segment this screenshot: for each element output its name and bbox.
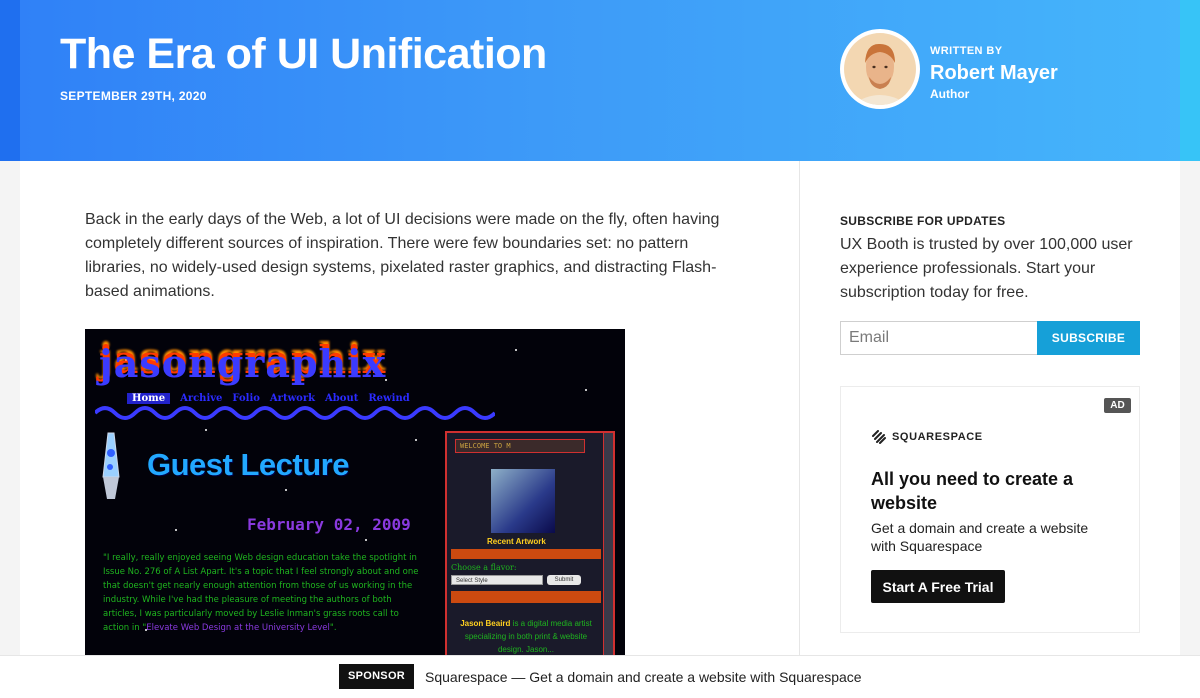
retro-heading: Guest Lecture (147, 447, 349, 482)
squarespace-logo-icon (872, 430, 886, 444)
retro-quote-end: ". (329, 623, 337, 633)
email-input[interactable] (840, 321, 1037, 355)
retro-style-select: Select Style (451, 575, 543, 585)
author-portrait-icon (844, 33, 916, 105)
publish-date: SEPTEMBER 29TH, 2020 (60, 89, 207, 103)
retro-flavor-label: Choose a flavor: (451, 563, 517, 572)
retro-panel-strip (603, 433, 613, 659)
header-edge-right (1180, 0, 1200, 161)
squarespace-logo-text: SQUARESPACE (892, 431, 983, 443)
sponsor-tag: SPONSOR (339, 664, 414, 689)
author-avatar[interactable] (840, 29, 920, 109)
header-edge-left (0, 0, 20, 161)
ad-headline: All you need to create a website (871, 469, 1074, 513)
retro-bio-name: Jason Beaird (460, 619, 511, 628)
star-decoration (365, 539, 367, 541)
author-name[interactable]: Robert Mayer (930, 62, 1058, 85)
wave-decoration-icon (95, 406, 495, 420)
star-decoration (415, 439, 417, 441)
subscribe-button[interactable]: SUBSCRIBE (1037, 321, 1140, 355)
author-role: Author (930, 87, 970, 101)
retro-quote: "I really, really enjoyed seeing Web des… (103, 551, 423, 635)
subscribe-heading: SUBSCRIBE FOR UPDATES (840, 214, 1006, 228)
column-divider (799, 161, 800, 661)
retro-artwork-thumb (491, 469, 555, 533)
page-title: The Era of UI Unification (60, 30, 547, 78)
retro-bar (451, 591, 601, 603)
star-decoration (205, 429, 207, 431)
article-intro: Back in the early days of the Web, a lot… (85, 211, 720, 300)
subscribe-description: UX Booth is trusted by over 100,000 user… (840, 236, 1133, 301)
lava-lamp-icon (102, 432, 120, 499)
ad-badge: AD (1104, 398, 1131, 413)
ad-description: Get a domain and create a website with S… (871, 520, 1089, 554)
star-decoration (585, 389, 587, 391)
written-by-label: WRITTEN BY (930, 45, 1003, 57)
retro-bio: Jason Beaird is a digital media artist s… (451, 617, 601, 656)
start-free-trial-button[interactable]: Start A Free Trial (871, 570, 1005, 603)
retro-side-panel: WELCOME TO M Recent Artwork Choose a fla… (445, 431, 615, 659)
retro-bar (451, 549, 601, 559)
retro-welcome: WELCOME TO M (455, 439, 585, 453)
retro-date: February 02, 2009 (247, 515, 411, 534)
page-gutter-right (1180, 161, 1200, 698)
page-gutter-left (0, 161, 20, 698)
retro-quote-text: "I really, really enjoyed seeing Web des… (103, 553, 419, 633)
squarespace-logo: SQUARESPACE (871, 430, 983, 444)
ad-card[interactable]: AD SQUARESPACE All you need to create a … (840, 386, 1140, 633)
star-decoration (175, 529, 177, 531)
star-decoration (285, 489, 287, 491)
sponsor-bar[interactable]: SPONSOR Squarespace — Get a domain and c… (0, 655, 1200, 698)
retro-logo: jasongraphix (99, 341, 387, 386)
retro-quote-link: Elevate Web Design at the University Lev… (146, 623, 330, 633)
sponsor-text[interactable]: Squarespace — Get a domain and create a … (425, 669, 862, 685)
retro-recent-label: Recent Artwork (487, 537, 546, 546)
retro-submit: Submit (547, 575, 581, 585)
star-decoration (515, 349, 517, 351)
article-figure-retro-website: jasongraphix Home Archive Folio Artwork … (85, 329, 625, 659)
article-header: The Era of UI Unification SEPTEMBER 29TH… (0, 0, 1200, 161)
